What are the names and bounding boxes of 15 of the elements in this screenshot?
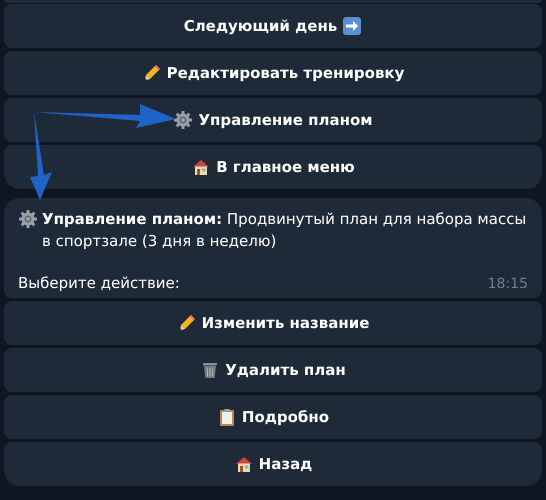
- gear-icon: [173, 110, 194, 130]
- keyboard-button[interactable]: Подробно: [4, 395, 542, 439]
- keyboard-button[interactable]: Назад: [4, 442, 542, 486]
- house-icon: [191, 157, 212, 177]
- message-time: 18:15: [488, 276, 528, 292]
- keyboard-button[interactable]: В главное меню: [4, 145, 542, 189]
- keyboard-button[interactable]: Редактировать тренировку: [4, 51, 542, 95]
- message-prompt: Выберите действие:: [18, 274, 180, 292]
- keyboard-button[interactable]: Следующий день: [4, 4, 542, 48]
- house-icon: [234, 454, 254, 474]
- message-text: Управление планом: Продвинутый план для набора массы в спортзале (3 дня в неделю): [42, 209, 528, 252]
- gear-icon: [18, 209, 38, 229]
- keyboard-button[interactable]: Изменить название: [4, 301, 542, 345]
- keyboard-button[interactable]: Удалить план: [4, 348, 542, 392]
- keyboard-button[interactable]: Управление планом: [4, 98, 542, 142]
